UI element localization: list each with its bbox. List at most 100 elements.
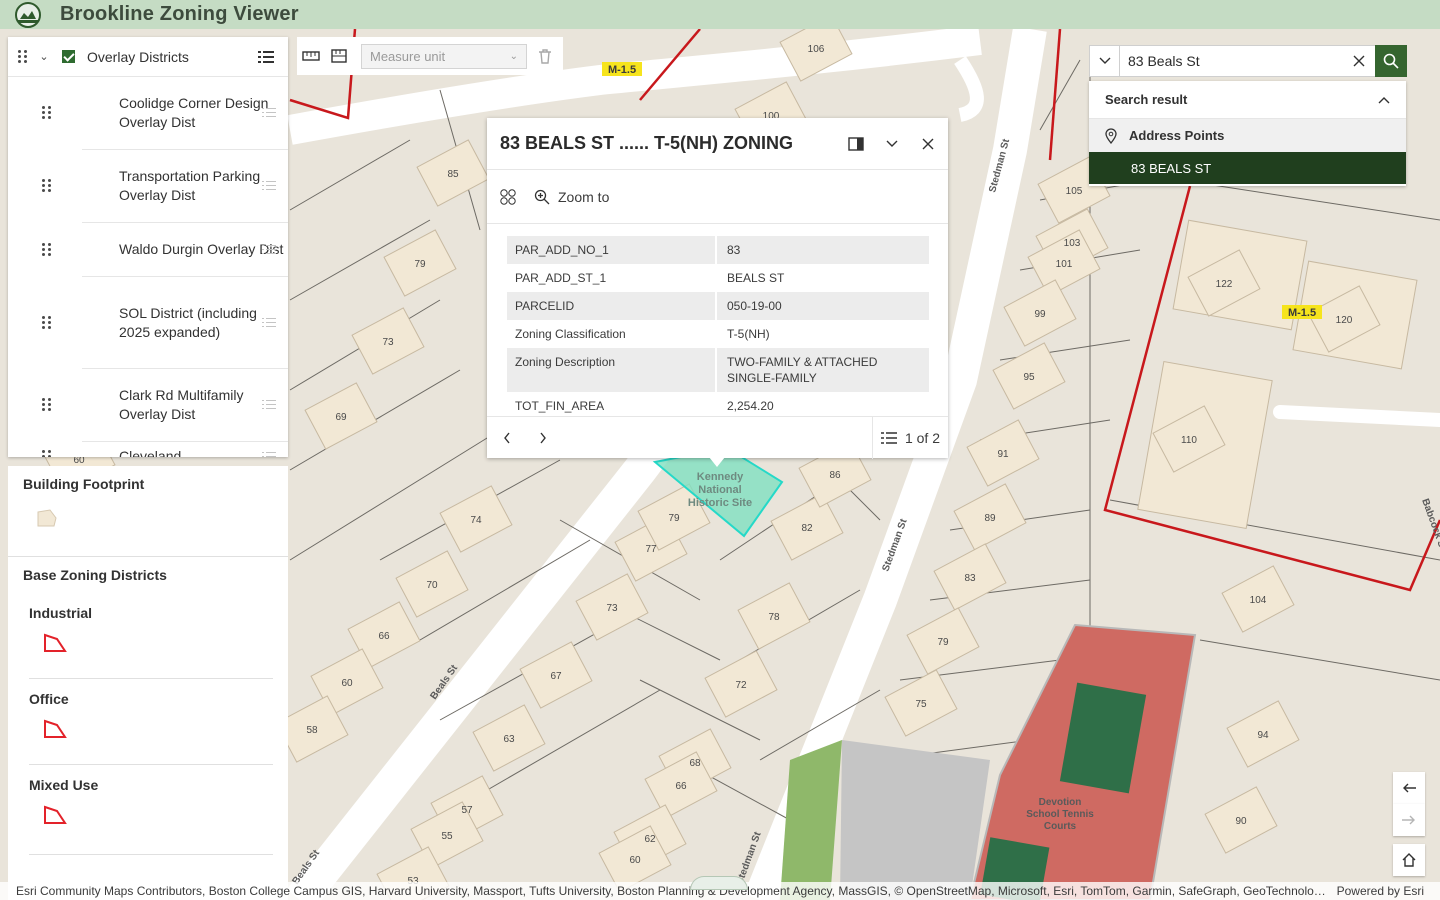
drag-handle-icon[interactable] xyxy=(42,398,54,412)
close-button[interactable] xyxy=(910,126,946,162)
next-feature-button[interactable] xyxy=(525,420,561,456)
drag-handle-icon[interactable] xyxy=(42,179,54,193)
measure-unit-select[interactable]: Measure unit ⌄ xyxy=(361,43,527,69)
attribute-key: TOT_FIN_AREA xyxy=(507,392,717,416)
layer-item-label: Coolidge Corner Design Overlay Dist xyxy=(119,95,269,130)
search-source-dropdown[interactable] xyxy=(1090,46,1120,76)
attribution-toggle[interactable] xyxy=(690,876,748,890)
legend-panel: Building Footprint Base Zoning Districts… xyxy=(8,466,288,900)
dock-button[interactable] xyxy=(838,126,874,162)
layer-legend-icon[interactable] xyxy=(262,106,276,120)
house-number-label: 77 xyxy=(645,544,657,555)
layer-legend-icon[interactable] xyxy=(262,179,276,193)
attribute-row: Zoning Classification T-5(NH) xyxy=(507,320,929,348)
drag-handle-icon[interactable] xyxy=(42,315,54,330)
legend-class-label: Industrial xyxy=(29,605,93,621)
search-group-label: Address Points xyxy=(1129,128,1225,143)
attribute-row: PAR_ADD_ST_1 BEALS ST xyxy=(507,264,929,292)
app-title: Brookline Zoning Viewer xyxy=(60,3,299,25)
office-swatch-icon xyxy=(44,719,67,738)
layer-legend-icon[interactable] xyxy=(262,316,276,330)
brookline-logo-icon xyxy=(12,1,44,29)
layer-item-label: Cleveland xyxy=(119,448,182,457)
house-number-label: 94 xyxy=(1257,730,1269,741)
chevron-down-icon[interactable]: ⌄ xyxy=(38,51,50,63)
layer-item[interactable]: Coolidge Corner Design Overlay Dist xyxy=(42,77,288,150)
map-pin-icon xyxy=(1105,127,1117,144)
drag-handle-icon[interactable] xyxy=(18,49,30,64)
previous-extent-button[interactable] xyxy=(1393,772,1425,804)
attribute-value: BEALS ST xyxy=(727,271,785,285)
zoom-to-button[interactable]: Zoom to xyxy=(534,189,609,205)
attribution-bar[interactable]: Esri Community Maps Contributors, Boston… xyxy=(0,876,1440,900)
arrow-left-icon xyxy=(1403,783,1416,793)
popup-pointer xyxy=(709,457,725,467)
search-result-item[interactable]: 83 BEALS ST xyxy=(1089,152,1406,184)
house-number-label: 66 xyxy=(675,781,687,792)
layer-item[interactable]: Waldo Durgin Overlay Dist xyxy=(42,223,288,277)
house-number-label: 103 xyxy=(1064,238,1081,249)
house-number-label: 89 xyxy=(984,513,996,524)
search-results-title: Search result xyxy=(1105,92,1188,107)
drag-handle-icon[interactable] xyxy=(42,106,54,120)
house-number-label: 63 xyxy=(503,734,515,745)
previous-feature-button[interactable] xyxy=(489,420,525,456)
area-measure-button[interactable] xyxy=(325,42,353,70)
layer-group-header[interactable]: ⌄ Overlay Districts xyxy=(8,37,288,77)
layer-legend-icon[interactable] xyxy=(262,243,276,257)
clear-measure-button[interactable] xyxy=(535,46,555,66)
home-button[interactable] xyxy=(1393,844,1425,876)
drag-handle-icon[interactable] xyxy=(42,449,54,457)
layer-legend-icon[interactable] xyxy=(262,450,276,458)
feature-count-button[interactable]: 1 of 2 xyxy=(871,417,940,459)
layer-group-checkbox[interactable] xyxy=(62,50,75,63)
home-icon xyxy=(1402,853,1416,867)
house-number-label: 79 xyxy=(937,637,949,648)
attribute-value: T-5(NH) xyxy=(727,327,770,341)
industrial-swatch-icon xyxy=(44,633,67,652)
options-grid-icon xyxy=(500,188,516,205)
house-number-label: 79 xyxy=(668,513,680,524)
layer-item[interactable]: SOL District (including 2025 expanded) xyxy=(42,277,288,369)
collapse-button[interactable] xyxy=(874,126,910,162)
house-number-label: 75 xyxy=(915,699,927,710)
layer-item[interactable]: Clark Rd Multifamily Overlay Dist xyxy=(42,369,288,442)
arrow-right-icon xyxy=(1402,815,1415,825)
layer-item[interactable]: Transportation Parking Overlay Dist xyxy=(42,150,288,223)
layer-item[interactable]: Cleveland xyxy=(42,442,288,458)
zone-label: M-1.5 xyxy=(1288,307,1316,319)
search-input[interactable] xyxy=(1120,46,1343,76)
clear-search-button[interactable] xyxy=(1343,46,1375,76)
layer-legend-icon[interactable] xyxy=(262,398,276,412)
search-results-header[interactable]: Search result xyxy=(1089,81,1406,119)
house-number-label: 55 xyxy=(441,831,453,842)
legend-class-label: Office xyxy=(29,691,69,707)
attribution-text: Esri Community Maps Contributors, Boston… xyxy=(16,884,1326,898)
attribute-key: Zoning Classification xyxy=(507,320,717,348)
more-actions-button[interactable] xyxy=(490,179,526,215)
mixed-use-swatch-icon xyxy=(44,805,67,824)
house-number-label: 58 xyxy=(306,725,318,736)
layer-item-label: Clark Rd Multifamily Overlay Dist xyxy=(119,387,244,422)
attribute-table: PAR_ADD_NO_1 83 PAR_ADD_ST_1 BEALS ST PARCEL… xyxy=(507,236,929,416)
legend-title: Base Zoning Districts xyxy=(23,567,167,583)
popup-title: 83 BEALS ST ...... T-5(NH) ZONING xyxy=(500,133,794,153)
search-icon xyxy=(1383,53,1399,69)
attribute-row: PARCELID 050-19-00 xyxy=(507,292,929,320)
attribute-row: TOT_FIN_AREA 2,254.20 xyxy=(507,392,929,416)
legend-list-icon[interactable] xyxy=(258,50,274,64)
house-number-label: 122 xyxy=(1216,279,1233,290)
search-button[interactable] xyxy=(1375,45,1407,77)
attribute-row: PAR_ADD_NO_1 83 xyxy=(507,236,929,264)
house-number-label: 120 xyxy=(1336,315,1353,326)
popup-footer: 1 of 2 xyxy=(487,416,948,459)
next-extent-button[interactable] xyxy=(1393,804,1425,836)
drag-handle-icon[interactable] xyxy=(42,242,54,257)
house-number-label: 106 xyxy=(808,44,825,55)
distance-measure-button[interactable] xyxy=(297,42,325,70)
powered-by-esri-link[interactable]: Powered by Esri xyxy=(1337,884,1424,898)
house-number-label: 60 xyxy=(341,678,353,689)
house-number-label: 104 xyxy=(1250,595,1267,606)
house-number-label: 73 xyxy=(382,337,394,348)
house-number-label: 91 xyxy=(997,449,1009,460)
